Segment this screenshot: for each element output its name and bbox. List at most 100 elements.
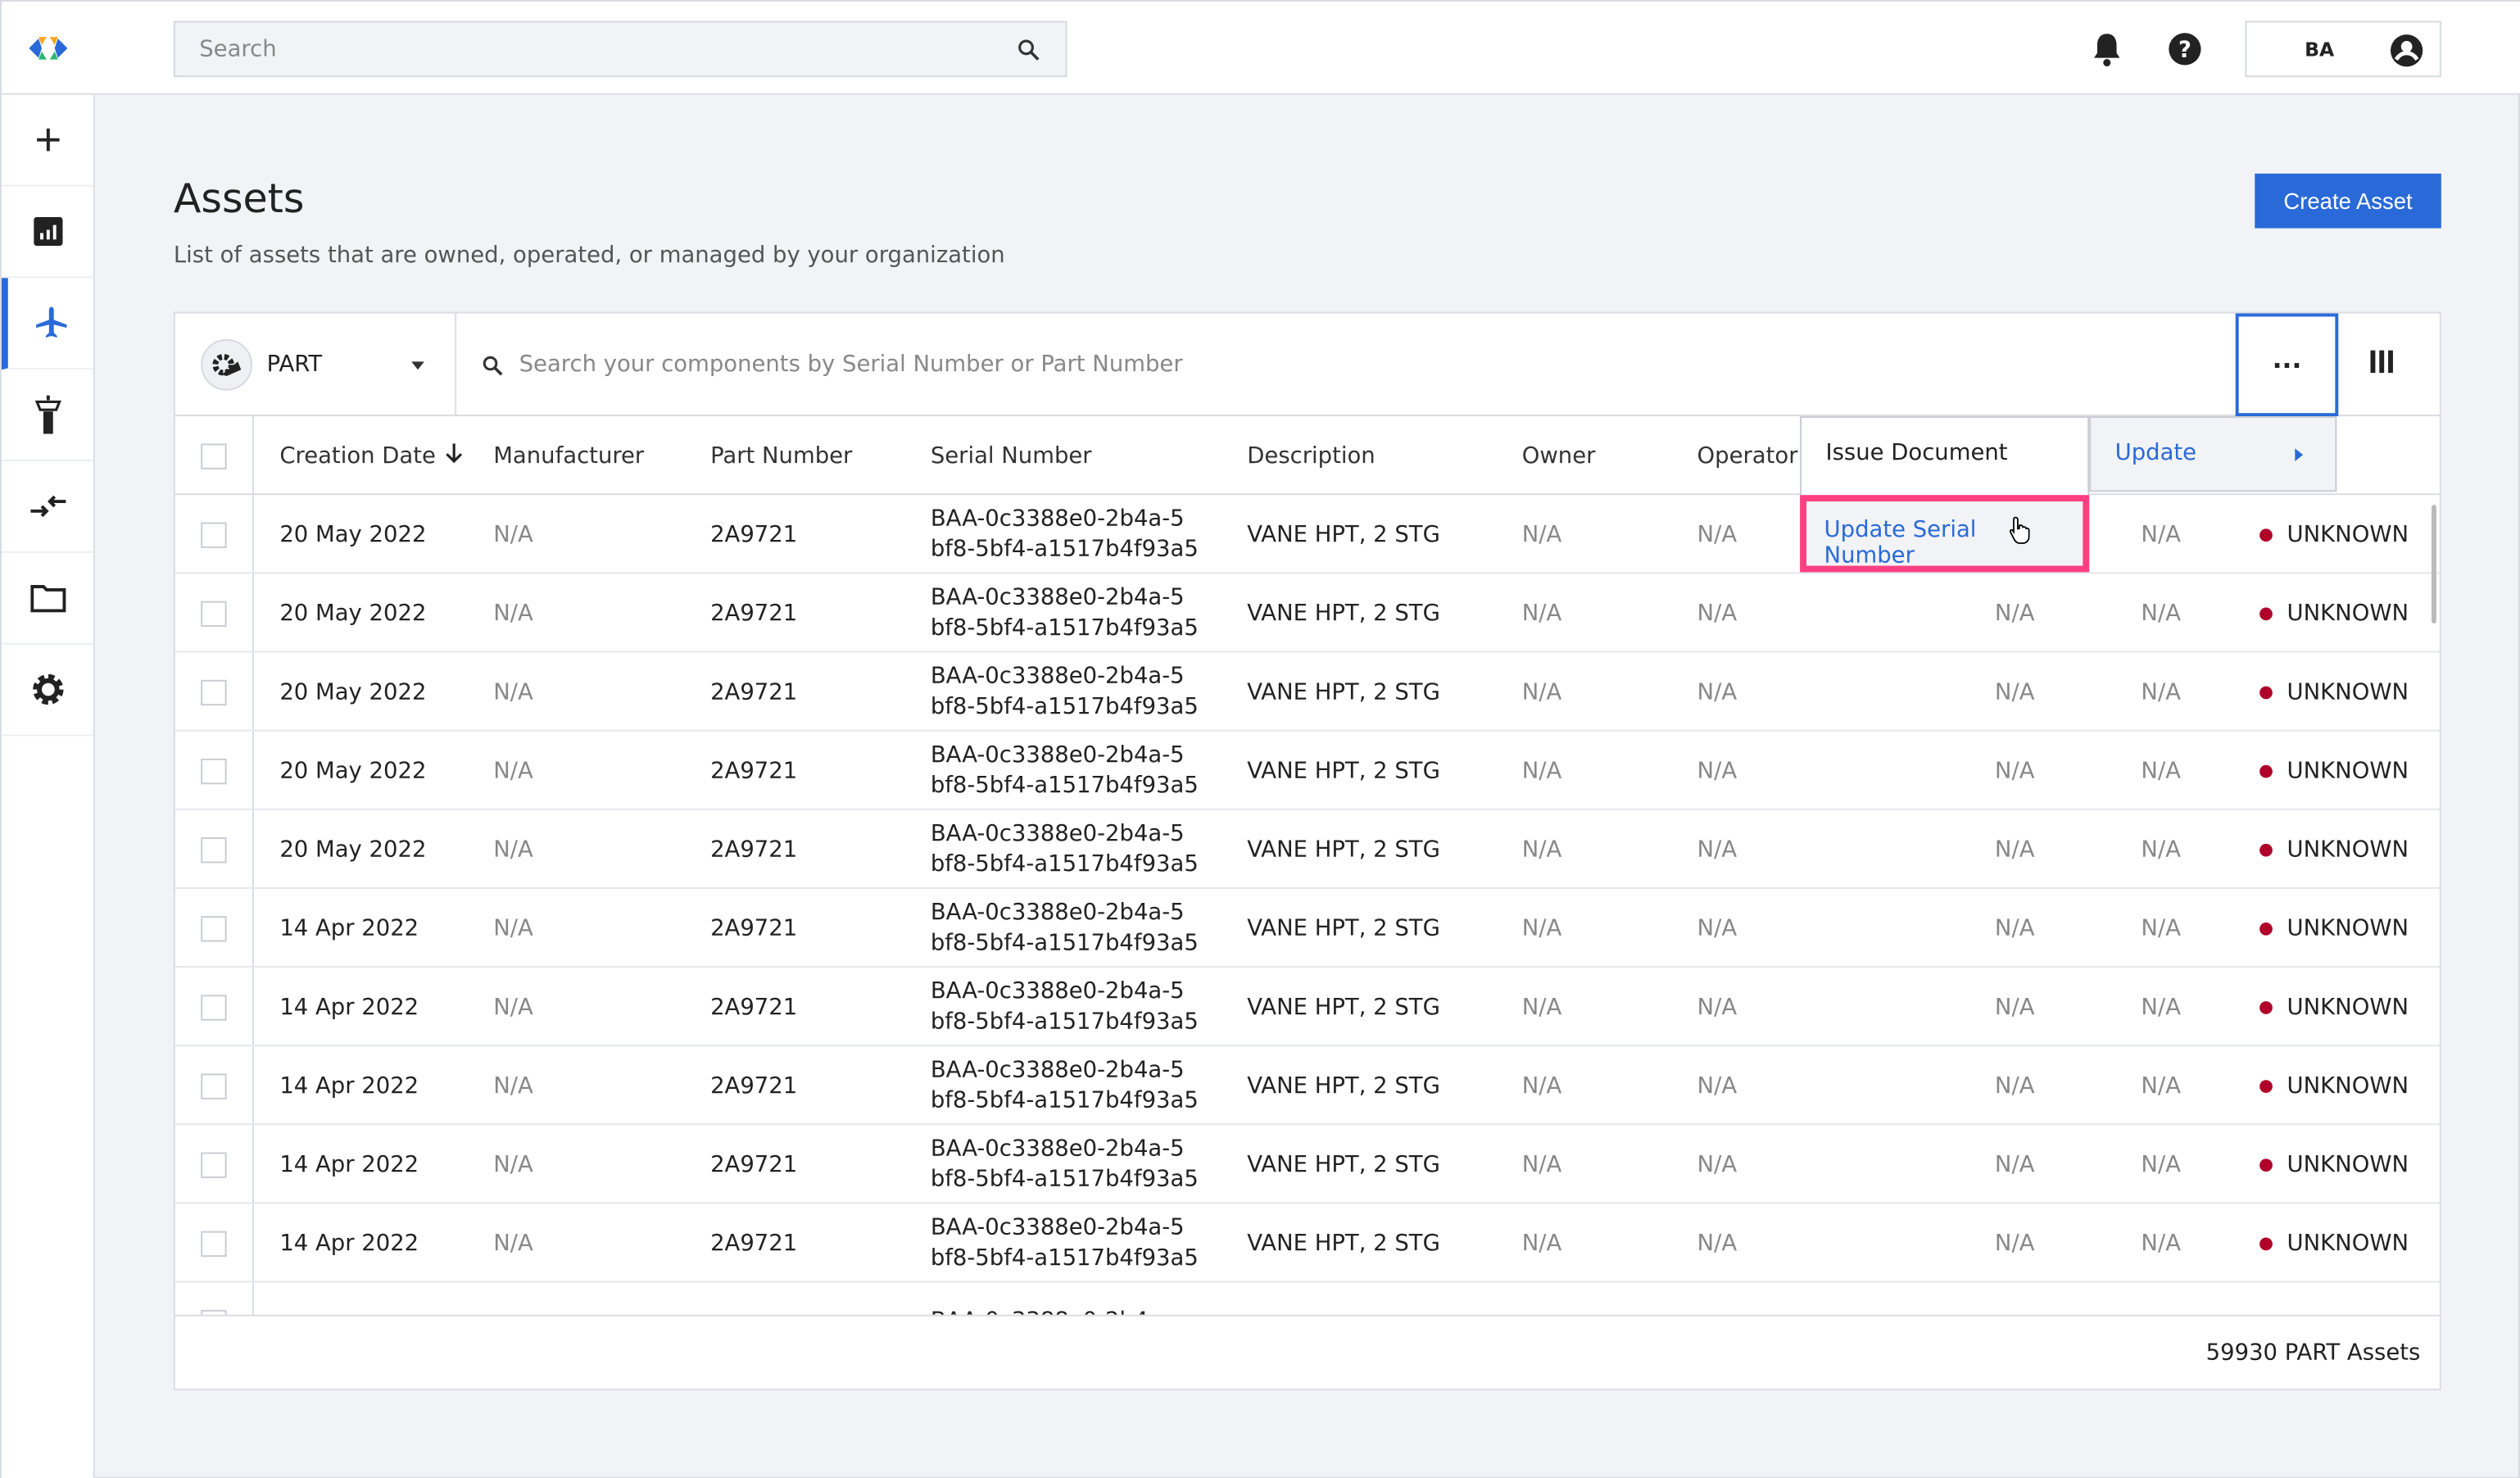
cell-description: VANE HPT, 2 STG (1247, 836, 1440, 863)
row-checkbox[interactable] (201, 1230, 227, 1257)
table-row[interactable]: 20 May 2022 N/A 2A9721 BAA-0c3388e0-2b4a-5 b… (174, 732, 2440, 810)
sidebar-item-assets[interactable] (1, 278, 93, 370)
global-search-input[interactable]: Search (173, 20, 1067, 78)
column-header-owner[interactable]: Owner (1522, 416, 1596, 495)
table-row[interactable]: 20 May 2022 N/A 2A9721 BAA-0c3388e0-2b4a-5 b… (174, 574, 2440, 653)
row-checkbox[interactable] (201, 1072, 227, 1099)
bell-icon[interactable] (2091, 32, 2123, 67)
cell-extra-1: N/A (1994, 678, 2035, 705)
status-text: UNKNOWN (2287, 600, 2409, 627)
cell-operator: N/A (1697, 994, 1738, 1020)
gear-icon (32, 673, 63, 705)
help-icon[interactable]: ? (2168, 32, 2201, 66)
row-checkbox-cell (201, 574, 227, 652)
update-label: Update (2114, 440, 2197, 466)
menu-item-update-serial-number[interactable]: Update Serial Number (1800, 495, 2090, 573)
cell-owner: N/A (1521, 757, 1562, 784)
table-row[interactable]: 20 May 2022 N/A 2A9721 BAA-0c3388e0-2b4a-5 b… (174, 810, 2440, 889)
component-search-input[interactable]: Search your components by Serial Number … (483, 352, 1183, 378)
asset-count: 59930 PART Assets (2205, 1340, 2421, 1367)
airplane-icon (35, 306, 66, 338)
asset-type-dropdown[interactable]: PART (175, 313, 457, 417)
status-dot (2259, 1079, 2273, 1092)
cell-part-number: 2A9721 (710, 757, 798, 784)
cell-operator: N/A (1697, 600, 1738, 627)
table-row[interactable]: 14 Apr 2022 N/A 2A9721 BAA-0c3388e0-2b4a-5 b… (174, 1125, 2440, 1204)
create-asset-button[interactable]: Create Asset (2255, 173, 2441, 229)
folder-icon (29, 585, 66, 613)
more-actions-button[interactable]: ··· (2235, 313, 2339, 417)
sidebar-item-documents[interactable] (1, 553, 93, 645)
column-header-operator[interactable]: Operator (1697, 416, 1798, 495)
cell-extra-1: N/A (1994, 994, 2035, 1020)
sidebar-item-settings[interactable] (1, 645, 93, 737)
table-row[interactable]: 14 Apr 2022 N/A 2A9721 BAA-0c3388e0-2b4a-5 b… (174, 968, 2440, 1047)
cell-serial-number: BAA-0c3388e0-2b4a-5 bf8-5bf4-a1517b4f93a5 (930, 505, 1199, 562)
cell-owner: N/A (1521, 521, 1562, 547)
menu-item-update[interactable]: Update (2089, 416, 2337, 492)
cell-serial-number: BAA-0c3388e0-2b4a-5 bf8-5bf4-a1517b4f93a5 (930, 741, 1199, 798)
row-checkbox[interactable] (201, 600, 227, 627)
cell-part-number: 2A9721 (710, 1151, 798, 1177)
row-checkbox[interactable] (201, 1308, 227, 1315)
cell-extra-2: N/A (2141, 915, 2182, 941)
row-checkbox[interactable] (201, 521, 227, 547)
table-row[interactable]: BAA-0c3388e0-2b4a- (175, 1282, 2440, 1315)
cell-serial-number: BAA-0c3388e0-2b4a-5 bf8-5bf4-a1517b4f93a5 (930, 1135, 1199, 1192)
column-header-manufacturer[interactable]: Manufacturer (493, 416, 644, 495)
sidebar-item-operations[interactable] (1, 370, 93, 462)
sidebar-item-create[interactable] (1, 95, 93, 187)
row-checkbox[interactable] (201, 678, 227, 705)
cell-status: UNKNOWN (2259, 574, 2409, 652)
row-checkbox[interactable] (201, 836, 227, 863)
sidebar-item-dashboard[interactable] (1, 187, 93, 279)
cell-extra-2: N/A (2141, 1072, 2182, 1099)
column-header-creation-date[interactable]: Creation Date (279, 416, 463, 495)
table-row[interactable]: 14 Apr 2022 N/A 2A9721 BAA-0c3388e0-2b4a-5 b… (174, 1204, 2440, 1283)
sidebar-item-transfers[interactable] (1, 461, 93, 553)
row-checkbox[interactable] (201, 915, 227, 941)
table-row[interactable]: 14 Apr 2022 N/A 2A9721 BAA-0c3388e0-2b4a-5 b… (174, 889, 2440, 968)
cell-operator: N/A (1697, 836, 1738, 863)
search-icon[interactable] (1018, 39, 1040, 61)
cell-description: VANE HPT, 2 STG (1247, 1151, 1440, 1177)
cell-owner: N/A (1521, 1230, 1562, 1257)
cell-extra-1: N/A (1994, 915, 2035, 941)
table-row[interactable]: 20 May 2022 N/A 2A9721 BAA-0c3388e0-2b4a-5 b… (174, 652, 2440, 732)
cell-serial-number: BAA-0c3388e0-2b4a-5 bf8-5bf4-a1517b4f93a5 (930, 977, 1199, 1035)
select-all-checkbox[interactable] (201, 442, 227, 469)
row-checkbox-cell (201, 495, 227, 574)
cell-status: UNKNOWN (2259, 968, 2409, 1046)
page-subtitle: List of assets that are owned, operated,… (173, 243, 1005, 269)
column-header-description[interactable]: Description (1247, 416, 1375, 495)
columns-icon[interactable] (2370, 349, 2393, 374)
cell-serial-number: BAA-0c3388e0-2b4a-5 bf8-5bf4-a1517b4f93a5 (930, 1056, 1199, 1113)
menu-item-issue-document[interactable]: Issue Document (1802, 418, 2087, 493)
cell-manufacturer: N/A (493, 915, 533, 941)
row-checkbox[interactable] (201, 757, 227, 784)
cell-part-number: 2A9721 (710, 521, 798, 547)
cell-status: UNKNOWN (2259, 889, 2409, 968)
row-checkbox[interactable] (201, 1151, 227, 1177)
status-text: UNKNOWN (2287, 678, 2409, 705)
table-row[interactable]: 20 May 2022 N/A 2A9721 BAA-0c3388e0-2b4a-5 b… (174, 495, 2440, 574)
cell-status: UNKNOWN (2259, 810, 2409, 889)
table-toolbar: PART Search your components by Serial Nu… (174, 313, 2440, 417)
table-scrollbar[interactable] (2432, 504, 2436, 624)
cell-status: UNKNOWN (2259, 1204, 2409, 1282)
column-header-serial-number[interactable]: Serial Number (931, 416, 1092, 495)
table-row[interactable]: 14 Apr 2022 N/A 2A9721 BAA-0c3388e0-2b4a-5 b… (174, 1046, 2440, 1126)
cell-extra-1: N/A (1994, 836, 2035, 863)
row-checkbox-cell (201, 1204, 227, 1282)
user-menu-button[interactable]: BA (2245, 20, 2441, 78)
app-logo[interactable] (29, 32, 68, 64)
cell-part-number: 2A9721 (710, 915, 798, 941)
cell-extra-2: N/A (2141, 836, 2182, 863)
svg-text:?: ? (2178, 38, 2191, 63)
cell-description: VANE HPT, 2 STG (1247, 1072, 1440, 1099)
cell-extra-1: N/A (1994, 1151, 2035, 1177)
row-checkbox[interactable] (201, 994, 227, 1020)
status-dot (2259, 1158, 2273, 1172)
column-header-part-number[interactable]: Part Number (710, 416, 852, 495)
row-checkbox-cell (201, 968, 227, 1046)
